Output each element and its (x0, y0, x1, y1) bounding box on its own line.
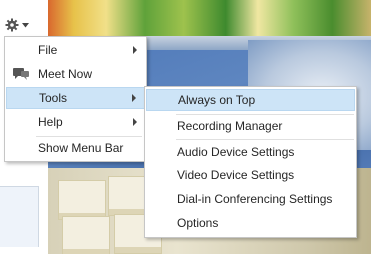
submenu-item-video-device-settings[interactable]: Video Device Settings (146, 164, 355, 186)
submenu-item-dial-in-conferencing-settings[interactable]: Dial-in Conferencing Settings (146, 188, 355, 210)
submenu-item-label: Audio Device Settings (177, 145, 295, 159)
chevron-right-icon (132, 94, 136, 102)
menu-item-label: Show Menu Bar (38, 141, 124, 155)
submenu-item-label: Options (177, 216, 219, 230)
submenu-item-audio-device-settings[interactable]: Audio Device Settings (146, 141, 355, 163)
submenu-item-recording-manager[interactable]: Recording Manager (146, 115, 355, 137)
submenu-item-label: Video Device Settings (177, 168, 295, 182)
options-gear-button[interactable] (2, 14, 38, 36)
chevron-right-icon (133, 118, 137, 126)
chevron-down-icon (22, 22, 29, 28)
submenu-item-label: Dial-in Conferencing Settings (177, 192, 333, 206)
menu-separator (176, 139, 354, 140)
gear-icon (5, 18, 19, 32)
menu-item-file[interactable]: File (6, 39, 145, 61)
tools-submenu: Always on Top Recording Manager Audio De… (144, 86, 357, 238)
menu-item-label: Tools (39, 91, 68, 105)
meet-now-icon (12, 67, 30, 84)
main-dropdown-menu: File Meet Now Tools Help Show Menu Bar (4, 36, 147, 162)
menu-item-help[interactable]: Help (6, 111, 145, 133)
menu-item-label: Help (38, 115, 63, 129)
submenu-item-label: Always on Top (178, 93, 256, 107)
submenu-item-always-on-top[interactable]: Always on Top (146, 89, 355, 111)
chevron-right-icon (133, 46, 137, 54)
menu-item-tools[interactable]: Tools (6, 87, 145, 109)
submenu-item-label: Recording Manager (177, 119, 283, 133)
menu-item-label: File (38, 43, 58, 57)
menu-item-meet-now[interactable]: Meet Now (6, 63, 145, 85)
menu-item-label: Meet Now (38, 67, 93, 81)
contact-list-area (0, 186, 39, 247)
menu-item-show-menu-bar[interactable]: Show Menu Bar (6, 137, 145, 159)
submenu-item-options[interactable]: Options (146, 212, 355, 234)
